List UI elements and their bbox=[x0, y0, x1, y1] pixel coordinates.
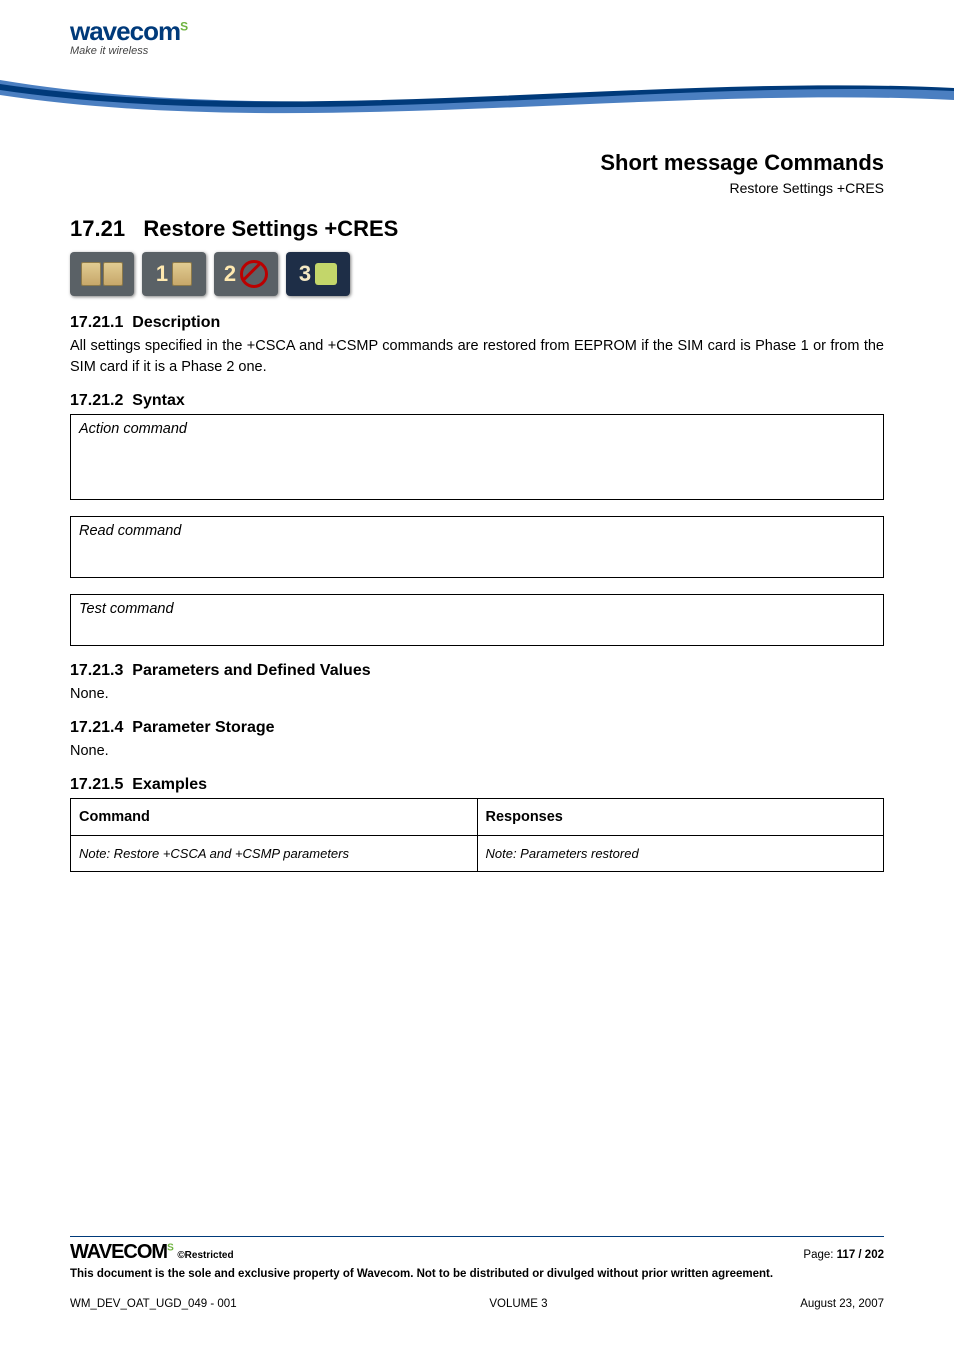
syntax-num: 17.21.2 bbox=[70, 392, 123, 409]
cell-command-note: Note: Restore +CSCA and +CSMP parameters bbox=[71, 836, 478, 872]
footer-swirl-icon: S bbox=[167, 1242, 173, 1253]
col-responses: Responses bbox=[477, 799, 884, 836]
brand-name-text: wavecom bbox=[70, 16, 180, 46]
desc-num: 17.21.1 bbox=[70, 314, 123, 331]
params-body: None. bbox=[70, 684, 884, 705]
params-title: Parameters and Defined Values bbox=[132, 662, 370, 679]
footer-legal: This document is the sole and exclusive … bbox=[70, 1268, 884, 1280]
syntax-title: Syntax bbox=[132, 392, 184, 409]
brand-tagline: Make it wireless bbox=[70, 46, 187, 57]
header-swoosh bbox=[0, 70, 954, 130]
storage-heading: 17.21.4 Parameter Storage bbox=[70, 719, 884, 737]
footer-date: August 23, 2007 bbox=[800, 1298, 884, 1310]
footer-brand-wrap: WAVECOMS ©Restricted bbox=[70, 1241, 234, 1264]
test-command-label: Test command bbox=[79, 601, 875, 617]
table-row: Note: Restore +CSCA and +CSMP parameters… bbox=[71, 836, 884, 872]
footer-meta: WM_DEV_OAT_UGD_049 - 001 VOLUME 3 August… bbox=[70, 1298, 884, 1310]
storage-body: None. bbox=[70, 741, 884, 762]
action-command-box: Action command bbox=[70, 414, 884, 500]
footer: WAVECOMS ©Restricted Page: 117 / 202 Thi… bbox=[70, 1236, 884, 1310]
icon-strip: 1 2 3 bbox=[70, 252, 884, 296]
read-command-label: Read command bbox=[79, 523, 875, 539]
header: wavecomS Make it wireless bbox=[0, 0, 954, 140]
description-body: All settings specified in the +CSCA and … bbox=[70, 336, 884, 378]
footer-brand: WAVECOMS bbox=[70, 1241, 177, 1263]
sim-icon bbox=[70, 252, 134, 296]
params-num: 17.21.3 bbox=[70, 662, 123, 679]
examples-heading: 17.21.5 Examples bbox=[70, 776, 884, 794]
page-subsection-title: Restore Settings +CRES bbox=[70, 180, 884, 196]
heading-text: Restore Settings +CRES bbox=[143, 216, 398, 241]
description-heading: 17.21.1 Description bbox=[70, 314, 884, 332]
section-heading: 17.21 Restore Settings +CRES bbox=[70, 216, 884, 242]
examples-num: 17.21.5 bbox=[70, 776, 123, 793]
brand-swirl-icon: S bbox=[180, 19, 187, 33]
test-command-box: Test command bbox=[70, 594, 884, 646]
table-header-row: Command Responses bbox=[71, 799, 884, 836]
footer-line-1: WAVECOMS ©Restricted Page: 117 / 202 bbox=[70, 1241, 884, 1264]
read-command-box: Read command bbox=[70, 516, 884, 578]
footer-brand-text: WAVECOM bbox=[70, 1241, 167, 1263]
action-command-label: Action command bbox=[79, 421, 875, 437]
brand-logo: wavecomS Make it wireless bbox=[70, 18, 187, 57]
footer-page: Page: 117 / 202 bbox=[803, 1249, 884, 1261]
col-command: Command bbox=[71, 799, 478, 836]
brand-name: wavecomS bbox=[70, 18, 187, 44]
footer-restricted: ©Restricted bbox=[177, 1250, 233, 1261]
puzzle-3-icon: 3 bbox=[286, 252, 350, 296]
heading-number: 17.21 bbox=[70, 216, 125, 241]
examples-title: Examples bbox=[132, 776, 207, 793]
page-section-title: Short message Commands bbox=[70, 150, 884, 176]
examples-table: Command Responses Note: Restore +CSCA an… bbox=[70, 798, 884, 872]
footer-page-num: 117 / 202 bbox=[837, 1249, 884, 1261]
params-heading: 17.21.3 Parameters and Defined Values bbox=[70, 662, 884, 680]
footer-docid: WM_DEV_OAT_UGD_049 - 001 bbox=[70, 1298, 237, 1310]
footer-volume: VOLUME 3 bbox=[489, 1298, 547, 1310]
storage-title: Parameter Storage bbox=[132, 719, 274, 736]
storage-num: 17.21.4 bbox=[70, 719, 123, 736]
cell-response-note: Note: Parameters restored bbox=[477, 836, 884, 872]
sim-phase2-no-icon: 2 bbox=[214, 252, 278, 296]
syntax-heading: 17.21.2 Syntax bbox=[70, 392, 884, 410]
footer-page-label: Page: bbox=[803, 1249, 836, 1261]
footer-divider bbox=[70, 1236, 884, 1237]
sim-phase1-icon: 1 bbox=[142, 252, 206, 296]
desc-title: Description bbox=[132, 314, 220, 331]
